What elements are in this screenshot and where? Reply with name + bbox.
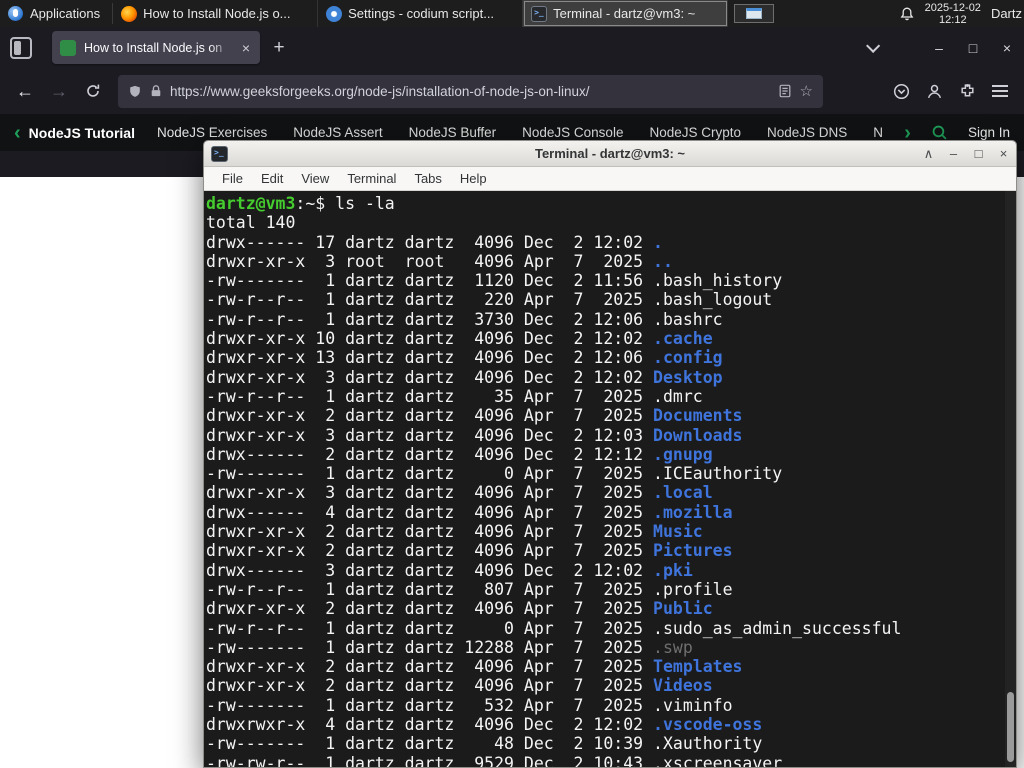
taskbar-tray: 2025-12-02 12:12 Dartz	[899, 0, 1024, 27]
sign-in-button[interactable]: Sign In	[968, 125, 1010, 140]
desktop: Applications How to Install Node.js o...…	[0, 0, 1024, 768]
tab-bar: How to Install Node.js on × + – □ ×	[0, 27, 1024, 68]
applications-menu[interactable]: Applications	[0, 0, 112, 27]
chevron-left-icon: ‹	[14, 121, 21, 144]
firefox-icon	[121, 5, 138, 22]
navigation-toolbar: ← → https://www.geeksforgeeks.org/node-j…	[0, 68, 1024, 114]
maximize-button[interactable]: □	[956, 33, 990, 63]
taskbar-clock[interactable]: 2025-12-02 12:12	[925, 2, 981, 26]
taskbar-window-title: How to Install Node.js o...	[143, 6, 291, 21]
back-button[interactable]: ←	[10, 76, 40, 106]
scrollbar-thumb[interactable]	[1007, 692, 1014, 762]
site-nav-links: NodeJS Exercises NodeJS Assert NodeJS Bu…	[157, 125, 882, 140]
menu-help[interactable]: Help	[452, 171, 495, 186]
taskbar-window-title: Settings - codium script...	[348, 6, 495, 21]
browser-window-controls: – □ ×	[922, 33, 1024, 63]
menu-terminal[interactable]: Terminal	[339, 171, 404, 186]
terminal-glyph: >_	[534, 7, 544, 17]
nav-link[interactable]: NodeJS Assert	[293, 125, 382, 140]
tab-close-icon[interactable]: ×	[240, 40, 252, 56]
clock-date: 2025-12-02	[924, 1, 981, 14]
account-icon[interactable]	[926, 83, 943, 100]
lock-icon[interactable]	[150, 84, 162, 98]
nav-link[interactable]: NodeJS Buffer	[409, 125, 497, 140]
tutorial-back-link[interactable]: ‹ NodeJS Tutorial	[14, 123, 135, 143]
menu-file[interactable]: File	[214, 171, 251, 186]
pocket-icon[interactable]	[893, 83, 910, 100]
reload-icon	[87, 84, 100, 97]
terminal-titlebar[interactable]: >_ Terminal - dartz@vm3: ~ ∧ – □ ×	[204, 141, 1016, 167]
workspace-window-icon	[746, 8, 763, 19]
taskbar-window-settings[interactable]: Settings - codium script...	[318, 0, 524, 27]
tab-title: How to Install Node.js on	[84, 40, 223, 55]
close-button[interactable]: ×	[991, 142, 1016, 166]
menu-edit[interactable]: Edit	[253, 171, 291, 186]
taskbar-window-title: Terminal - dartz@vm3: ~	[553, 6, 696, 21]
url-text: https://www.geeksforgeeks.org/node-js/in…	[170, 83, 590, 99]
shade-button[interactable]: ∧	[916, 142, 941, 166]
browser-tab[interactable]: How to Install Node.js on ×	[52, 31, 260, 64]
geeksforgeeks-favicon	[60, 39, 76, 56]
applications-icon	[8, 6, 23, 21]
nav-link[interactable]: NodeJS Exercises	[157, 125, 267, 140]
notifications-bell-icon[interactable]	[899, 6, 915, 22]
terminal-menubar: File Edit View Terminal Tabs Help	[204, 167, 1016, 191]
menu-view[interactable]: View	[293, 171, 337, 186]
close-button[interactable]: ×	[990, 33, 1024, 63]
nav-link[interactable]: NodeJS Crypto	[649, 125, 741, 140]
menu-tabs[interactable]: Tabs	[406, 171, 449, 186]
menu-hamburger-icon[interactable]	[992, 85, 1008, 97]
list-all-tabs-chevron-icon[interactable]	[866, 38, 881, 53]
taskbar-window-terminal[interactable]: >_ Terminal - dartz@vm3: ~	[523, 0, 729, 27]
terminal-body[interactable]: dartz@vm3:~$ ls -la total 140 drwx------ 1…	[204, 191, 1016, 768]
nav-link[interactable]: NodeJS DNS	[767, 125, 847, 140]
applications-label: Applications	[30, 6, 101, 21]
terminal-scrollbar[interactable]	[1005, 191, 1016, 767]
reader-mode-icon[interactable]	[778, 84, 792, 98]
terminal-icon: >_	[531, 5, 548, 22]
forward-button[interactable]: →	[44, 76, 74, 106]
tracking-shield-icon[interactable]	[128, 84, 142, 99]
new-tab-button[interactable]: +	[264, 33, 294, 63]
nav-link[interactable]: Node	[873, 125, 882, 140]
clock-time: 12:12	[939, 13, 967, 26]
workspace-switcher[interactable]	[734, 4, 775, 23]
maximize-button[interactable]: □	[966, 142, 991, 166]
firefox-view-button[interactable]	[10, 36, 32, 59]
minimize-button[interactable]: –	[941, 142, 966, 166]
search-icon[interactable]	[931, 124, 948, 141]
taskbar: Applications How to Install Node.js o...…	[0, 0, 1024, 27]
terminal-window: >_ Terminal - dartz@vm3: ~ ∧ – □ × File …	[203, 140, 1017, 768]
reload-button[interactable]	[78, 76, 108, 106]
terminal-output: dartz@vm3:~$ ls -la total 140 drwx------ 1…	[206, 194, 902, 768]
tutorial-title: NodeJS Tutorial	[28, 124, 135, 141]
minimize-button[interactable]: –	[922, 33, 956, 63]
extensions-puzzle-icon[interactable]	[959, 83, 976, 100]
nav-link[interactable]: NodeJS Console	[522, 125, 623, 140]
session-user-label[interactable]: Dartz	[991, 6, 1022, 21]
url-bar[interactable]: https://www.geeksforgeeks.org/node-js/in…	[118, 74, 823, 108]
settings-icon	[326, 5, 343, 22]
terminal-window-controls: ∧ – □ ×	[916, 142, 1016, 166]
taskbar-window-firefox[interactable]: How to Install Node.js o...	[113, 0, 319, 27]
terminal-title: Terminal - dartz@vm3: ~	[534, 146, 686, 161]
bookmark-star-icon[interactable]: ☆	[800, 82, 813, 100]
toolbar-icons	[893, 83, 1008, 100]
